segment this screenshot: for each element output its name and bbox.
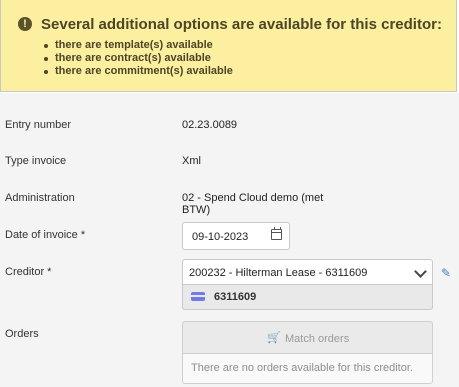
calendar-icon[interactable] <box>271 227 282 240</box>
creditor-account-number: 6311609 <box>214 291 257 303</box>
alert-item-contracts: there are contract(s) available <box>41 52 233 65</box>
alert-item-commitments: there are commitment(s) available <box>41 65 233 78</box>
date-of-invoice-label: Date of invoice * <box>5 229 86 241</box>
orders-note-text: There are no orders available for this c… <box>191 362 413 374</box>
alert-list: there are template(s) available there ar… <box>41 39 233 78</box>
creditor-label: Creditor * <box>5 266 52 278</box>
creditor-account-detail: 6311609 <box>182 285 433 310</box>
type-invoice-label: Type invoice <box>5 155 67 167</box>
invoice-form: Entry number 02.23.0089 Type invoice Xml… <box>0 93 459 387</box>
match-orders-button[interactable]: 🛒 Match orders <box>182 321 433 354</box>
type-invoice-value: Xml <box>182 155 201 167</box>
alert-item-templates: there are template(s) available <box>41 39 233 52</box>
edit-icon[interactable]: ✎ <box>441 267 451 279</box>
orders-note: There are no orders available for this c… <box>182 354 433 384</box>
cart-icon: 🛒 <box>267 332 281 344</box>
date-of-invoice-value: 09-10-2023 <box>192 231 249 243</box>
administration-value-line2: BTW) <box>182 204 211 216</box>
administration-label: Administration <box>5 192 75 204</box>
creditor-select[interactable]: 200232 - Hilterman Lease - 6311609 <box>182 259 433 285</box>
date-of-invoice-input[interactable]: 09-10-2023 <box>182 222 290 250</box>
exclamation-circle-icon: ! <box>18 17 32 31</box>
orders-label: Orders <box>5 328 39 340</box>
credit-card-icon <box>191 292 205 301</box>
creditor-options-alert: ! Several additional options are availab… <box>0 0 457 92</box>
entry-number-value: 02.23.0089 <box>182 119 238 131</box>
entry-number-label: Entry number <box>5 119 72 131</box>
alert-title: Several additional options are available… <box>41 16 442 33</box>
match-orders-label: Match orders <box>285 333 350 345</box>
chevron-down-icon[interactable] <box>414 265 427 278</box>
creditor-invoice-form-page: ! Several additional options are availab… <box>0 0 459 387</box>
administration-value-line1: 02 - Spend Cloud demo (met <box>182 192 324 204</box>
creditor-selected-value: 200232 - Hilterman Lease - 6311609 <box>189 267 368 279</box>
